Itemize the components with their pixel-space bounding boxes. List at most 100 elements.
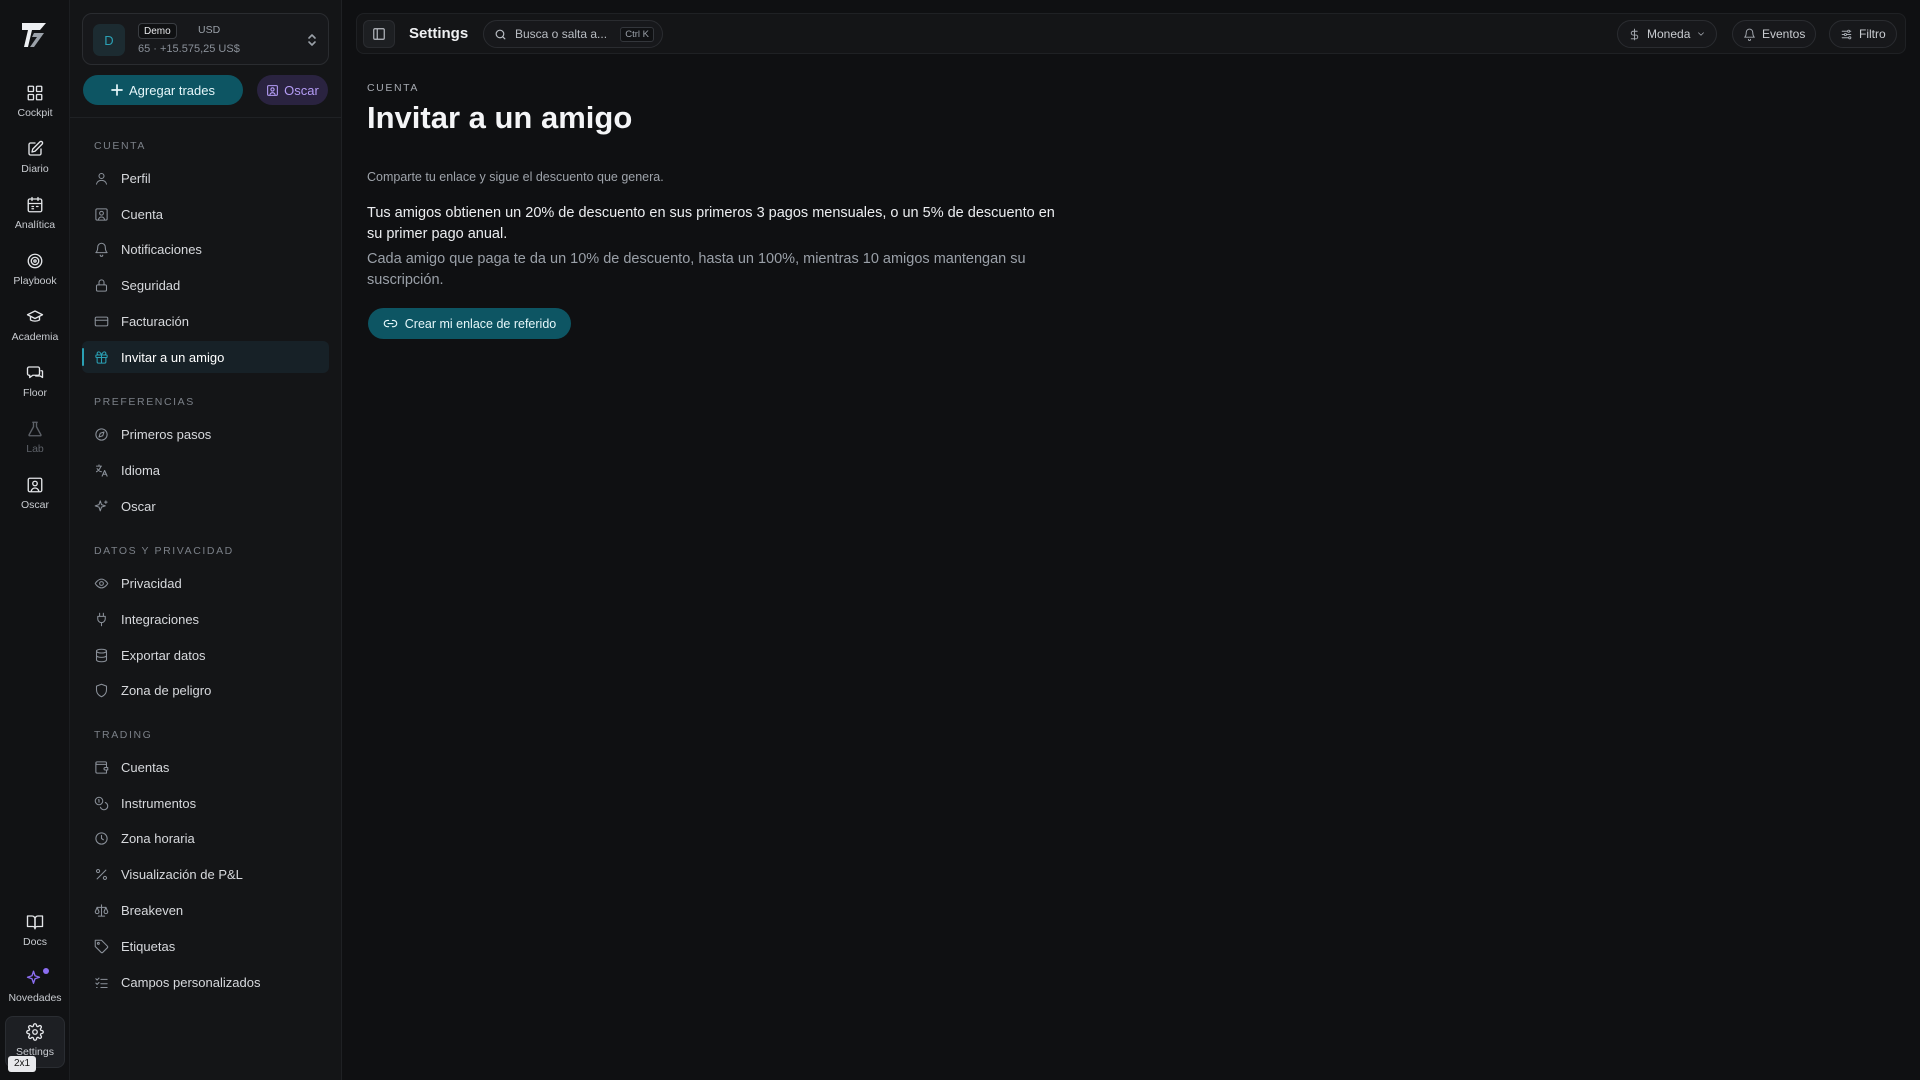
sidebar-item-cuenta[interactable]: Cuenta	[82, 198, 329, 230]
sidebar-item-label: Cuentas	[121, 759, 170, 775]
sparkles-icon	[94, 499, 108, 511]
sidebar-item-idioma[interactable]: Idioma	[82, 454, 329, 486]
unread-dot	[43, 968, 49, 974]
sidebar-item-breakeven[interactable]: Breakeven	[82, 894, 329, 926]
sidebar-item-invitar[interactable]: Invitar a un amigo	[82, 341, 329, 373]
friend-discount-text: Tus amigos obtienen un 20% de descuento …	[367, 205, 1055, 242]
graduation-cap-icon	[26, 310, 44, 322]
rail-item-floor[interactable]: Floor	[5, 358, 65, 410]
sidebar-toggle-button[interactable]	[363, 20, 395, 48]
add-trades-label: Agregar trades	[129, 82, 215, 98]
rail-item-novedades[interactable]: Novedades	[5, 963, 65, 1015]
sidebar-item-privacidad[interactable]: Privacidad	[82, 567, 329, 599]
gear-icon	[26, 1023, 44, 1041]
calendar-icon	[27, 196, 43, 213]
sidebar-item-oscar[interactable]: Oscar	[82, 490, 329, 522]
sidebar-item-zona-peligro[interactable]: Zona de peligro	[82, 674, 329, 706]
moneda-dropdown[interactable]: Moneda	[1617, 20, 1718, 48]
add-trades-button[interactable]: Agregar trades	[83, 75, 243, 105]
sidebar-item-label: Zona de peligro	[121, 682, 212, 698]
demo-badge: Demo	[138, 23, 177, 39]
rail-item-label: Playbook	[13, 275, 57, 287]
settings-sidebar: D Demo USD 65 · +15.575,25 US$ Agregar t…	[70, 0, 342, 1080]
clock-icon	[95, 831, 108, 845]
panel-left-icon	[373, 28, 385, 40]
sidebar-item-label: Primeros pasos	[121, 426, 212, 442]
rail-item-lab[interactable]: Lab	[5, 414, 65, 466]
search-input[interactable]: Busca o salta a... Ctrl K	[483, 20, 663, 48]
chevron-up-down-icon	[308, 34, 316, 46]
book-icon	[26, 915, 44, 930]
sidebar-item-label: Integraciones	[121, 611, 200, 627]
sidebar-item-pnl[interactable]: Visualización de P&L	[82, 858, 329, 890]
oscar-button[interactable]: Oscar	[257, 75, 328, 105]
rail-item-diario[interactable]: Diario	[5, 134, 65, 186]
sidebar-item-perfil[interactable]: Perfil	[82, 162, 329, 194]
rail-item-label: Novedades	[8, 992, 62, 1004]
account-switcher[interactable]: D Demo USD 65 · +15.575,25 US$	[82, 13, 329, 65]
sidebar-item-label: Notificaciones	[121, 241, 202, 257]
eventos-label: Eventos	[1762, 27, 1806, 41]
filtro-label: Filtro	[1859, 27, 1886, 41]
sidebar-item-label: Facturación	[121, 313, 189, 329]
referrer-discount-text: Cada amigo que paga te da un 10% de desc…	[367, 251, 1026, 288]
dollar-icon	[1630, 28, 1639, 40]
sidebar-item-instrumentos[interactable]: Instrumentos	[82, 787, 329, 819]
sidebar-item-etiquetas[interactable]: Etiquetas	[82, 930, 329, 962]
section-title-cuenta: CUENTA	[94, 140, 146, 152]
rail-item-cockpit[interactable]: Cockpit	[5, 78, 65, 130]
database-icon	[95, 648, 108, 662]
sidebar-item-label: Perfil	[121, 170, 151, 186]
sidebar-item-label: Breakeven	[121, 902, 184, 918]
account-currency: USD	[198, 24, 221, 36]
sidebar-item-label: Instrumentos	[121, 795, 197, 811]
app-logo[interactable]	[20, 20, 50, 50]
sidebar-item-label: Etiquetas	[121, 938, 176, 954]
rail-item-label: Diario	[21, 163, 49, 175]
flask-icon	[28, 421, 42, 437]
filtro-button[interactable]: Filtro	[1829, 20, 1897, 48]
sidebar-item-primeros-pasos[interactable]: Primeros pasos	[82, 418, 329, 450]
plus-icon	[111, 84, 123, 96]
rail-item-analitica[interactable]: Analítica	[5, 190, 65, 242]
section-title-datos: DATOS Y PRIVACIDAD	[94, 545, 234, 557]
section-title-trading: TRADING	[94, 729, 153, 741]
portrait-icon	[267, 84, 279, 96]
sidebar-item-campos[interactable]: Campos personalizados	[82, 966, 329, 998]
sidebar-item-notificaciones[interactable]: Notificaciones	[82, 233, 329, 265]
plug-icon	[97, 612, 106, 626]
sliders-icon	[1841, 29, 1852, 39]
rail-item-docs[interactable]: Docs	[5, 907, 65, 959]
rail-item-label: Analítica	[14, 219, 56, 231]
sidebar-item-integraciones[interactable]: Integraciones	[82, 603, 329, 635]
target-icon	[27, 253, 43, 269]
rail-item-oscar[interactable]: Oscar	[5, 470, 65, 522]
content-title: Invitar a un amigo	[367, 100, 633, 135]
sidebar-item-cuentas[interactable]: Cuentas	[82, 751, 329, 783]
rail-item-label: Floor	[23, 387, 47, 399]
account-avatar: D	[93, 24, 125, 56]
chevron-down-icon	[1698, 32, 1705, 36]
eventos-button[interactable]: Eventos	[1732, 20, 1817, 48]
sparkles-icon	[26, 970, 41, 984]
sidebar-item-zona-horaria[interactable]: Zona horaria	[82, 822, 329, 854]
sidebar-item-exportar[interactable]: Exportar datos	[82, 639, 329, 671]
link-icon	[383, 319, 397, 328]
rail-item-academia[interactable]: Academia	[5, 302, 65, 354]
user-icon	[95, 172, 108, 185]
top-bar: Settings Busca o salta a... Ctrl K Moned…	[356, 13, 1906, 54]
sidebar-item-seguridad[interactable]: Seguridad	[82, 269, 329, 301]
search-shortcut: Ctrl K	[620, 27, 654, 42]
rail-item-playbook[interactable]: Playbook	[5, 246, 65, 298]
shield-icon	[95, 683, 108, 697]
app-rail: Cockpit Diario Analítica Playbook Academ…	[0, 0, 70, 1080]
create-referral-link-button[interactable]: Crear mi enlace de referido	[368, 308, 571, 339]
rail-item-label: Docs	[23, 936, 47, 948]
credit-card-icon	[94, 316, 109, 326]
bell-icon	[1744, 28, 1755, 41]
sidebar-item-facturacion[interactable]: Facturación	[82, 305, 329, 337]
percent-icon	[95, 868, 108, 880]
rail-item-label: Academia	[11, 331, 59, 343]
scale-icon	[94, 903, 109, 917]
account-stats: 65 · +15.575,25 US$	[138, 43, 240, 55]
